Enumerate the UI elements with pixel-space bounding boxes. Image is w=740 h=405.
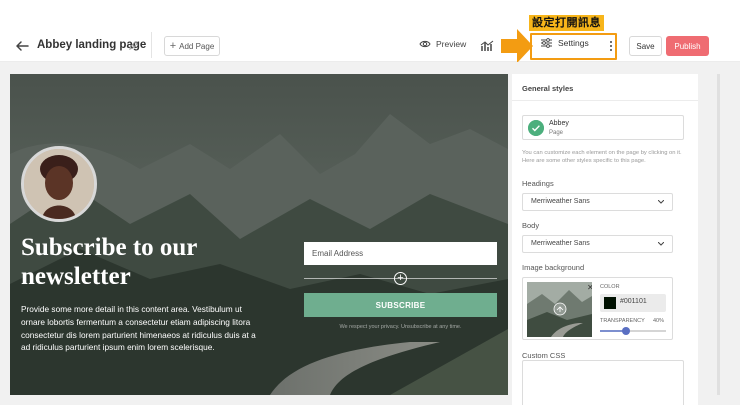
color-swatch	[604, 297, 616, 309]
preview-button[interactable]: Preview	[419, 39, 466, 49]
mountain-thumbnail-image	[527, 282, 592, 337]
theme-name: Abbey	[549, 120, 569, 127]
eye-icon	[419, 40, 431, 48]
panel-heading: General styles	[522, 84, 574, 93]
body-label: Body	[522, 221, 540, 230]
analytics-chart-icon[interactable]	[480, 39, 494, 53]
settings-panel: General styles Abbey Page You can custom…	[512, 74, 698, 405]
background-thumbnail[interactable]: ✕	[527, 282, 592, 337]
preview-label: Preview	[436, 39, 467, 49]
privacy-note: We respect your privacy. Unsubscribe at …	[339, 324, 462, 330]
headings-font-value: Merriweather Sans	[531, 198, 590, 205]
top-bar: Abbey landing page + Add Page Preview 設定…	[0, 0, 740, 63]
email-input[interactable]	[304, 242, 497, 265]
theme-subtitle: Page	[549, 130, 564, 136]
sliders-icon	[541, 38, 552, 48]
hero-section[interactable]: Subscribe to our newsletter Provide some…	[10, 74, 508, 395]
body-font-select[interactable]: Merriweather Sans	[522, 235, 673, 253]
headings-label: Headings	[522, 179, 554, 188]
avatar[interactable]	[21, 146, 97, 222]
custom-css-editor[interactable]	[522, 360, 684, 405]
plus-icon: +	[169, 39, 177, 52]
theme-card[interactable]: Abbey Page	[522, 115, 684, 140]
back-arrow-icon[interactable]	[14, 38, 30, 54]
portrait-image	[24, 149, 94, 219]
body-font-value: Merriweather Sans	[531, 240, 590, 247]
subscribe-button[interactable]: SUBSCRIBE	[304, 293, 497, 317]
add-page-label: Add Page	[179, 41, 215, 51]
panel-hint: You can customize each element on the pa…	[522, 150, 682, 164]
chevron-down-icon	[658, 242, 664, 246]
panel-scrollbar[interactable]	[717, 74, 720, 395]
checkmark-icon	[528, 120, 544, 136]
custom-css-label: Custom CSS	[522, 351, 566, 360]
color-hex-value: #001101	[620, 298, 647, 305]
more-options-icon[interactable]	[608, 39, 614, 53]
publish-button[interactable]: Publish	[666, 36, 709, 56]
pencil-icon[interactable]	[128, 40, 139, 51]
annotation-label: 設定打開訊息	[529, 15, 604, 31]
settings-label: Settings	[558, 38, 589, 48]
divider	[151, 32, 152, 58]
image-background-label: Image background	[522, 263, 585, 272]
close-icon[interactable]: ✕	[587, 284, 592, 292]
divider	[512, 100, 698, 101]
add-page-button[interactable]: + Add Page	[164, 36, 220, 56]
transparency-value: 40%	[653, 318, 665, 324]
add-element-plus-icon[interactable]: +	[394, 272, 407, 285]
hero-body-text[interactable]: Provide some more detail in this content…	[21, 303, 263, 354]
headings-font-select[interactable]: Merriweather Sans	[522, 193, 673, 211]
annotation-arrow-icon	[501, 29, 533, 63]
image-background-control: ✕ COLOR #001101 TRANSPARENCY 40%	[522, 277, 673, 340]
color-picker[interactable]: #001101	[600, 294, 666, 312]
color-label: COLOR	[600, 284, 620, 290]
transparency-label: TRANSPARENCY	[600, 318, 645, 324]
transparency-slider[interactable]	[600, 327, 666, 335]
chevron-down-icon	[658, 200, 664, 204]
save-button[interactable]: Save	[629, 36, 662, 56]
hero-title[interactable]: Subscribe to our newsletter	[21, 233, 281, 291]
settings-button[interactable]: Settings	[541, 38, 589, 48]
slider-handle[interactable]	[622, 327, 631, 335]
